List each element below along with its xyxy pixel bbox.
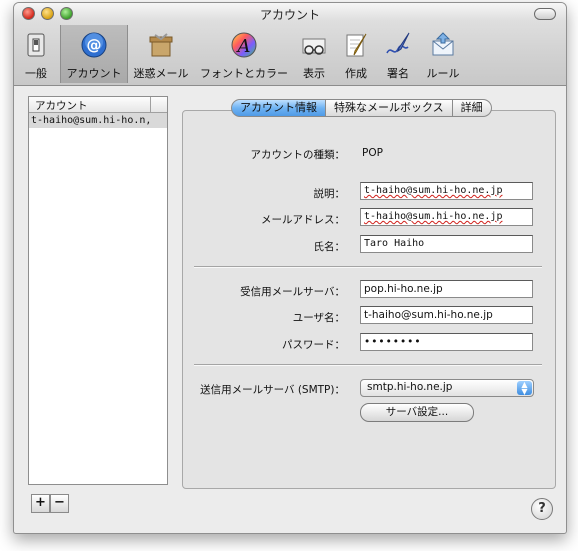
toolbar-item-viewing[interactable]: 表示 <box>294 25 334 83</box>
smtp-server-label: 送信用メールサーバ (SMTP)： <box>200 384 345 396</box>
font-color-icon: A <box>231 32 257 58</box>
add-account-button[interactable]: + <box>31 494 50 513</box>
window-toolbar-area: アカウント 一般 @ アカウント 迷惑メール A フォントとカラー 表示 作成 … <box>14 3 566 86</box>
incoming-server-label: 受信用メールサーバ： <box>240 286 345 298</box>
toolbar-label-fonts-colors: フォントとカラー <box>200 67 288 80</box>
preferences-toolbar: 一般 @ アカウント 迷惑メール A フォントとカラー 表示 作成 署名 ルール <box>14 25 566 83</box>
form-separator-2 <box>194 364 542 366</box>
window-title: アカウント <box>259 8 320 22</box>
toolbar-item-rules[interactable]: ルール <box>420 25 466 83</box>
signature-pen-icon <box>386 32 410 54</box>
remove-account-button[interactable]: − <box>50 494 69 513</box>
column-splitter <box>150 97 151 112</box>
password-label: パスワード： <box>282 339 345 351</box>
at-sign-icon: @ <box>81 32 107 58</box>
tab-bar: アカウント情報 特殊なメールボックス 詳細 <box>231 99 492 117</box>
toolbar-label-rules: ルール <box>426 67 460 80</box>
server-settings-button[interactable]: サーバ設定... <box>360 403 474 422</box>
account-list-header-label: アカウント <box>35 100 88 112</box>
toolbar-label-accounts: アカウント <box>66 67 122 80</box>
toolbar-item-general[interactable]: 一般 <box>14 25 58 83</box>
full-name-label: 氏名： <box>313 241 346 253</box>
username-label: ユーザ名： <box>292 312 345 324</box>
incoming-server-field[interactable]: pop.hi-ho.ne.jp <box>360 280 533 298</box>
toolbar-label-signatures: 署名 <box>387 67 409 80</box>
email-value: t-haiho@sum.hi-ho.ne.jp <box>364 211 503 222</box>
toolbar-item-fonts-colors[interactable]: A フォントとカラー <box>196 25 292 83</box>
popup-arrows-icon: ▲ ▼ <box>517 381 532 396</box>
glasses-icon <box>302 38 326 55</box>
compose-pencil-icon <box>346 33 367 57</box>
toolbar-label-viewing: 表示 <box>303 67 325 80</box>
toolbar-item-accounts[interactable]: @ アカウント <box>60 25 128 83</box>
account-list-header[interactable]: アカウント <box>29 97 167 113</box>
rules-envelope-icon <box>432 32 454 56</box>
account-type-value: POP <box>362 147 383 159</box>
toolbar-label-composing: 作成 <box>345 67 367 80</box>
email-label: メールアドレス： <box>261 214 345 226</box>
toolbar-item-junk[interactable]: 迷惑メール <box>128 25 194 83</box>
help-button[interactable]: ? <box>531 498 553 520</box>
light-switch-icon <box>27 33 45 57</box>
full-name-field[interactable]: Taro Haiho <box>360 235 533 253</box>
smtp-server-value: smtp.hi-ho.ne.jp <box>367 381 453 393</box>
toolbar-toggle-button[interactable] <box>534 8 556 20</box>
svg-text:@: @ <box>87 36 102 54</box>
toolbar-item-composing[interactable]: 作成 <box>336 25 376 83</box>
toolbar-label-junk: 迷惑メール <box>133 67 189 80</box>
account-list[interactable]: アカウント t-haiho@sum.hi-ho.n, <box>28 96 168 485</box>
smtp-server-popup[interactable]: smtp.hi-ho.ne.jp ▲ ▼ <box>360 379 534 397</box>
tab-account-info[interactable]: アカウント情報 <box>231 99 326 117</box>
svg-text:A: A <box>236 36 251 57</box>
account-type-label: アカウントの種類： <box>250 149 346 161</box>
username-field[interactable]: t-haiho@sum.hi-ho.ne.jp <box>360 306 533 324</box>
tab-special-mailboxes[interactable]: 特殊なメールボックス <box>326 99 453 117</box>
toolbar-label-general: 一般 <box>25 67 47 80</box>
tab-advanced[interactable]: 詳細 <box>452 99 492 117</box>
account-list-item[interactable]: t-haiho@sum.hi-ho.n, <box>29 113 167 128</box>
form-separator-1 <box>194 266 542 268</box>
email-field[interactable]: t-haiho@sum.hi-ho.ne.jp <box>360 208 533 226</box>
preferences-window: アカウント 一般 @ アカウント 迷惑メール A フォントとカラー 表示 作成 … <box>13 2 567 534</box>
description-label: 説明： <box>313 188 346 200</box>
junk-mail-icon <box>149 33 173 57</box>
toolbar-item-signatures[interactable]: 署名 <box>378 25 418 83</box>
description-value: t-haiho@sum.hi-ho.ne.jp <box>364 185 503 196</box>
account-settings-panel <box>182 110 556 489</box>
password-field[interactable]: •••••••• <box>360 333 533 351</box>
description-field[interactable]: t-haiho@sum.hi-ho.ne.jp <box>360 182 533 200</box>
